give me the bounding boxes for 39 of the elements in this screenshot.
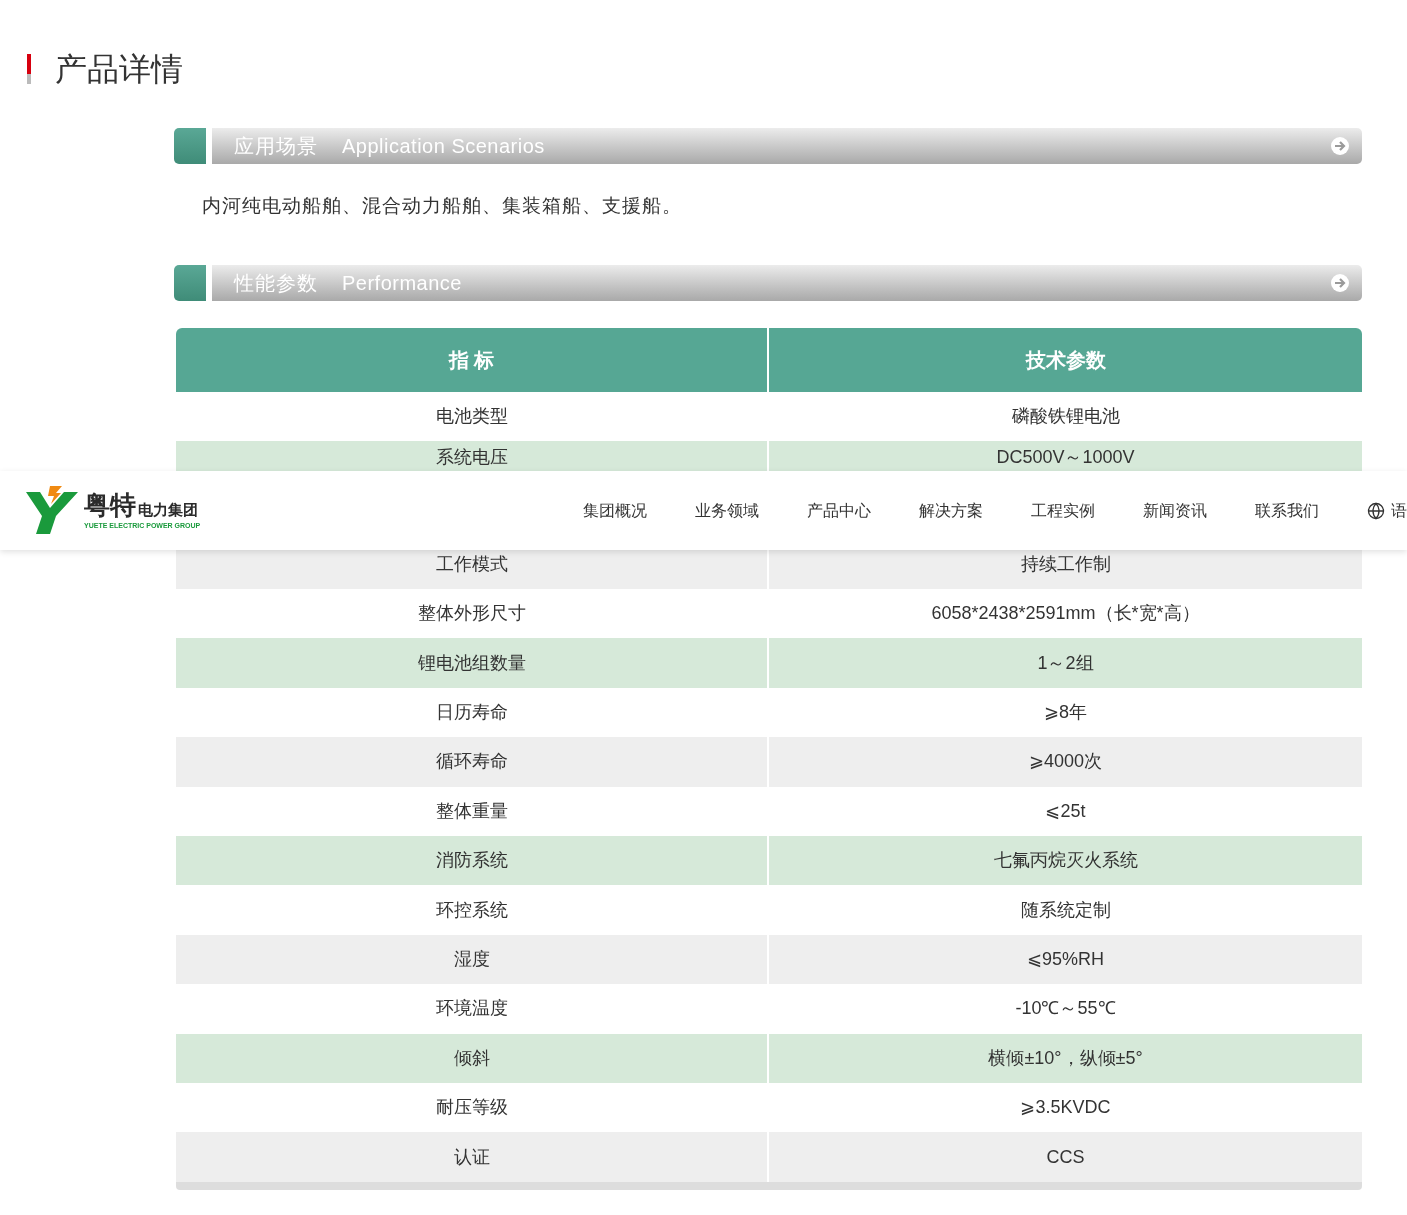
nav-link[interactable]: 集团概况 xyxy=(583,498,647,523)
table-cell-text: DC500V～1000V xyxy=(995,445,1136,469)
nav-link[interactable]: 工程实例 xyxy=(1031,498,1095,523)
nav-link[interactable]: 产品中心 xyxy=(807,498,871,523)
section-subtitle: Application Scenarios xyxy=(342,134,545,159)
table-cell-text: 随系统定制 xyxy=(1019,898,1112,922)
table-cell-text: 1～2组 xyxy=(1036,651,1095,675)
arrow-circle-icon[interactable] xyxy=(1330,272,1350,293)
column-header: 技术参数 xyxy=(1024,347,1107,373)
table-cell-text: ⩽95%RH xyxy=(1026,948,1105,971)
section-title: 应用场景 xyxy=(234,134,318,159)
nav-link[interactable]: 业务领域 xyxy=(695,498,759,523)
logo-name: 粤特 xyxy=(84,490,136,519)
nav-link[interactable]: 联系我们 xyxy=(1255,498,1319,523)
section-title: 性能参数 xyxy=(234,270,318,296)
logo-subtitle: 电力集团 xyxy=(138,500,198,519)
language-link[interactable]: 语 xyxy=(1367,498,1407,523)
table-cell-text: 持续工作制 xyxy=(1019,552,1112,576)
table-cell-text: 磷酸铁锂电池 xyxy=(1010,404,1121,428)
table-cell-text: 七氟丙烷灭火系统 xyxy=(992,849,1139,873)
table-cell-text: ⩽25t xyxy=(1044,799,1087,823)
table-cell-text: -10℃～55℃ xyxy=(1014,997,1117,1021)
section-subtitle: Performance xyxy=(342,270,462,296)
table-cell: 认证 xyxy=(176,1132,769,1182)
nav-link[interactable]: 新闻资讯 xyxy=(1143,498,1207,523)
scenario-text: 内河纯电动船舶、混合动力船舶、集装箱船、支援船。 xyxy=(201,194,683,218)
table-cell-text: ⩾3.5KVDC xyxy=(1019,1096,1112,1120)
globe-icon xyxy=(1367,501,1385,520)
section-marker xyxy=(174,128,206,164)
table-cell-text: CCS xyxy=(1045,1145,1086,1169)
table-cell-text: 6058*2438*2591mm（长*宽*高） xyxy=(930,602,1201,626)
table-cell-text: ⩾4000次 xyxy=(1027,750,1103,774)
table-cell-text: ⩾8年 xyxy=(1043,701,1088,725)
nav-link[interactable]: 解决方案 xyxy=(919,498,983,523)
section-marker xyxy=(174,264,206,301)
table-cell-text: 横倾±10°，纵倾±5° xyxy=(987,1046,1144,1070)
page-title: 产品详情 xyxy=(55,50,183,88)
arrow-circle-icon[interactable] xyxy=(1330,136,1350,156)
title-marker xyxy=(27,54,31,84)
